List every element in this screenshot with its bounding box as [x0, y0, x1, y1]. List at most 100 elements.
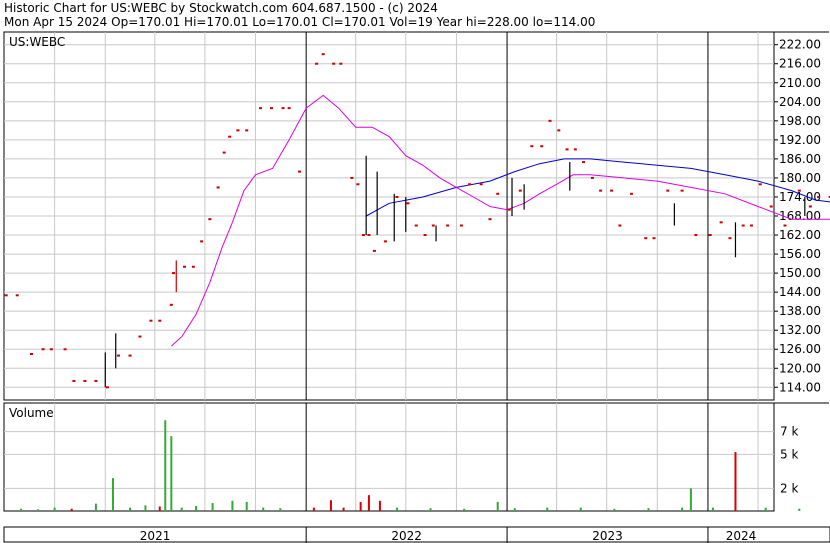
price-tick-mark	[694, 234, 698, 237]
price-tick-mark	[298, 170, 302, 173]
price-tick-mark	[116, 354, 120, 357]
volume-bar	[342, 507, 345, 511]
price-tick-mark	[557, 129, 561, 132]
price-tick-mark	[258, 107, 262, 110]
price-tick-mark	[540, 145, 544, 148]
volume-bar	[170, 436, 173, 511]
price-tick-label: 174.00	[779, 190, 821, 204]
price-tick-label: 222.00	[779, 38, 821, 52]
price-tick-mark	[406, 202, 410, 205]
volume-bar	[798, 508, 801, 511]
volume-tick-label: 7 k	[780, 425, 798, 439]
price-tick-mark	[350, 176, 354, 179]
price-tick-mark	[183, 265, 187, 268]
price-tick-mark	[245, 129, 249, 132]
price-tick-mark	[281, 107, 285, 110]
price-tick-mark	[41, 348, 45, 351]
price-tick-mark	[797, 189, 801, 192]
price-tick-mark	[590, 176, 594, 179]
price-tick-mark	[719, 221, 723, 224]
price-panel-title: US:WEBC	[9, 35, 65, 49]
price-tick-mark	[236, 129, 240, 132]
price-tick-mark	[817, 195, 821, 198]
price-tick-mark	[72, 379, 76, 382]
price-tick-mark	[618, 224, 622, 227]
price-tick-mark	[565, 148, 569, 151]
price-tick-label: 168.00	[779, 209, 821, 223]
price-tick-mark	[680, 189, 684, 192]
price-tick-mark	[4, 294, 8, 297]
price-tick-mark	[172, 272, 176, 275]
volume-bar	[681, 507, 684, 511]
price-tick-mark	[321, 53, 325, 56]
price-tick-label: 186.00	[779, 152, 821, 166]
volume-bar	[211, 503, 214, 511]
volume-bar	[262, 507, 265, 511]
year-label: 2023	[592, 529, 623, 543]
price-tick-mark	[629, 192, 633, 195]
price-tick-mark	[158, 319, 162, 322]
price-tick-mark	[518, 189, 522, 192]
volume-bar	[164, 420, 167, 511]
price-tick-mark	[808, 205, 812, 208]
price-tick-mark	[496, 192, 500, 195]
price-tick-mark	[216, 186, 220, 189]
price-tick-mark	[372, 249, 376, 252]
price-tick-label: 156.00	[779, 247, 821, 261]
price-tick-label: 192.00	[779, 133, 821, 147]
price-tick-mark	[468, 183, 472, 186]
price-tick-mark	[741, 224, 745, 227]
volume-bar	[279, 508, 282, 511]
price-tick-label: 126.00	[779, 342, 821, 356]
volume-bar	[689, 488, 692, 511]
volume-panel-title: Volume	[9, 406, 54, 420]
price-tick-mark	[599, 189, 603, 192]
price-tick-mark	[200, 240, 204, 243]
volume-bar	[245, 501, 248, 511]
volume-bar	[312, 507, 315, 511]
price-tick-label: 198.00	[779, 114, 821, 128]
price-tick-mark	[149, 319, 153, 322]
volume-bar	[70, 508, 73, 511]
volume-panel: 7 k 5 k 2 k Volume	[3, 402, 829, 512]
price-tick-mark	[208, 218, 212, 221]
price-tick-mark	[287, 107, 291, 110]
price-tick-mark	[652, 237, 656, 240]
price-tick-label: 150.00	[779, 266, 821, 280]
price-tick-mark	[269, 107, 273, 110]
price-tick-mark	[479, 183, 483, 186]
price-tick-mark	[228, 135, 232, 138]
volume-bar	[111, 478, 114, 511]
price-tick-mark	[332, 62, 336, 65]
price-tick-mark	[356, 183, 360, 186]
price-tick-label: 162.00	[779, 228, 821, 242]
price-tick-mark	[138, 335, 142, 338]
volume-bar	[180, 507, 183, 511]
price-tick-mark	[783, 224, 787, 227]
volume-bar	[395, 507, 398, 511]
volume-bar	[359, 501, 362, 511]
volume-bar	[764, 507, 767, 511]
volume-bar	[734, 452, 737, 511]
price-tick-mark	[361, 234, 365, 237]
price-tick-mark	[446, 224, 450, 227]
price-tick-mark	[15, 294, 19, 297]
volume-bar	[429, 508, 432, 511]
price-tick-mark	[573, 148, 577, 151]
price-tick-mark	[644, 237, 648, 240]
price-tick-mark	[169, 303, 173, 306]
volume-frame	[3, 402, 775, 512]
price-tick-mark	[63, 348, 67, 351]
volume-bar	[329, 500, 332, 511]
price-tick-mark	[191, 265, 195, 268]
price-tick-mark	[128, 354, 132, 357]
volume-bar	[613, 508, 616, 511]
price-tick-mark	[222, 151, 226, 154]
volume-bar	[129, 507, 132, 511]
volume-bar	[496, 501, 499, 511]
volume-bar	[367, 495, 370, 511]
volume-bar	[647, 508, 650, 511]
volume-bar	[195, 505, 198, 511]
year-axis: 2021 2022 2023 2024	[3, 526, 830, 543]
volume-tick-label: 2 k	[780, 481, 798, 495]
